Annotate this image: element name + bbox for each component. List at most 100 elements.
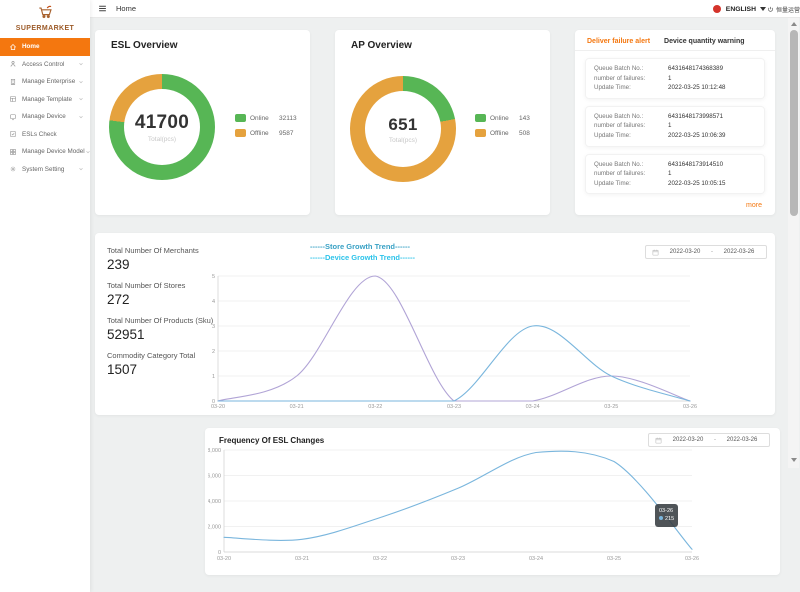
ap-donut-chart[interactable]: 651 Total(pcs) (350, 76, 456, 182)
svg-text:03-21: 03-21 (295, 556, 309, 562)
esl-overview-title: ESL Overview (111, 40, 178, 51)
stat-label: Commodity Category Total (107, 351, 213, 360)
ap-donut-center: 651 Total(pcs) (365, 91, 441, 167)
stat-value: 52951 (107, 327, 213, 342)
time-label: Update Time: (594, 179, 668, 189)
svg-text:2,000: 2,000 (208, 525, 221, 531)
time-label: Update Time: (594, 131, 668, 141)
sidebar-item-manage-template[interactable]: Manage Template (0, 91, 90, 109)
svg-text:03-21: 03-21 (290, 404, 304, 410)
trend-legend: ------Store Growth Trend------ ------Dev… (310, 242, 415, 263)
stat-value: 1507 (107, 362, 213, 377)
sidebar-item-system-setting[interactable]: System Setting (0, 161, 90, 179)
stat-label: Total Number Of Merchants (107, 246, 213, 255)
stat-label: Total Number Of Products (Sku) (107, 316, 213, 325)
calendar-icon (652, 243, 659, 261)
sidebar-item-label: Manage Template (22, 96, 78, 103)
alert-list-item: Queue Batch No.:6431648174368389 number … (585, 58, 765, 99)
chevron-down-icon (78, 96, 84, 102)
svg-text:4,000: 4,000 (208, 499, 221, 505)
offline-swatch (235, 129, 246, 137)
sidebar-item-label: Home (22, 43, 84, 50)
legend-label: Online (490, 115, 516, 122)
language-selector[interactable]: ENGLISH (713, 0, 766, 18)
vertical-scrollbar (788, 18, 799, 468)
brand-logo: SUPERMARKET (0, 0, 90, 32)
legend-value: 9587 (279, 130, 293, 137)
sidebar-menu: Home Access Control Manage Enterprise Ma… (0, 38, 90, 178)
esl-legend-online[interactable]: Online 32113 (235, 114, 297, 122)
growth-trend-chart[interactable]: 01234503-2003-2103-2203-2303-2403-2503-2… (203, 262, 783, 412)
ap-overview-title: AP Overview (351, 40, 412, 51)
batch-label: Queue Batch No.: (594, 112, 668, 122)
alert-tabs: Deliver failure alert Device quantity wa… (575, 30, 775, 51)
chevron-down-icon (78, 114, 84, 120)
brand-name: SUPERMARKET (0, 25, 90, 32)
alert-list-item: Queue Batch No.:6431648173914510 number … (585, 154, 765, 195)
more-link[interactable]: more (746, 202, 762, 209)
flag-icon (713, 5, 721, 13)
sidebar-item-esls-check[interactable]: ESLs Check (0, 126, 90, 144)
device-icon (9, 108, 17, 126)
alert-list-item: Queue Batch No.:6431648173998571 number … (585, 106, 765, 147)
scroll-up-arrow-icon[interactable] (791, 22, 797, 26)
chevron-down-icon (85, 149, 91, 155)
time-value: 2022-03-25 10:06:39 (668, 131, 725, 141)
online-swatch (235, 114, 246, 122)
tab-device-quantity-warning[interactable]: Device quantity warning (664, 38, 745, 45)
sidebar-item-label: Manage Device Model (22, 148, 85, 155)
hamburger-menu-icon[interactable] (98, 4, 107, 13)
svg-text:03-24: 03-24 (529, 556, 543, 562)
user-menu[interactable]: 恒量运营 (767, 0, 800, 18)
store-growth-legend[interactable]: ------Store Growth Trend------ (310, 242, 415, 253)
time-value: 2022-03-25 10:12:48 (668, 83, 725, 93)
sidebar-item-home[interactable]: Home (0, 38, 90, 56)
svg-text:03-20: 03-20 (217, 556, 231, 562)
sidebar-item-label: System Setting (22, 166, 78, 173)
chevron-down-icon (78, 61, 84, 67)
caret-down-icon (760, 7, 766, 11)
scroll-down-arrow-icon[interactable] (791, 458, 797, 462)
svg-text:03-26: 03-26 (683, 404, 697, 410)
failures-label: number of failures: (594, 121, 668, 131)
svg-text:2: 2 (212, 349, 215, 355)
user-label: 恒量运营 (776, 5, 800, 14)
power-icon (767, 0, 774, 18)
esl-total-value: 41700 (135, 112, 189, 134)
svg-text:5: 5 (212, 274, 215, 280)
svg-text:03-25: 03-25 (607, 556, 621, 562)
home-icon (9, 38, 17, 56)
batch-value: 6431648174368389 (668, 64, 723, 74)
date-from: 2022-03-20 (664, 249, 706, 255)
frequency-chart[interactable]: 02,0004,0006,0008,00003-2003-2103-2203-2… (208, 443, 785, 565)
batch-value: 6431648173914510 (668, 160, 723, 170)
tooltip-value: 215 (659, 515, 674, 524)
legend-label: Online (250, 115, 276, 122)
date-separator: - (711, 249, 713, 255)
scrollbar-thumb[interactable] (790, 30, 798, 216)
frequency-card: Frequency Of ESL Changes 2022-03-20 - 20… (205, 428, 780, 575)
ap-legend-online[interactable]: Online 143 (475, 114, 530, 122)
esl-overview-card: ESL Overview 41700 Total(pcs) Online 321… (95, 30, 310, 215)
stat-stores: Total Number Of Stores 272 (107, 281, 213, 307)
sidebar: SUPERMARKET Home Access Control Manage E… (0, 0, 90, 592)
ap-total-value: 651 (388, 115, 417, 135)
failures-value: 1 (668, 169, 671, 179)
growth-date-range-picker[interactable]: 2022-03-20 - 2022-03-26 (645, 245, 767, 259)
esl-legend-offline[interactable]: Offline 9587 (235, 129, 297, 137)
sidebar-item-manage-device-model[interactable]: Manage Device Model (0, 143, 90, 161)
time-value: 2022-03-25 10:05:15 (668, 179, 725, 189)
sidebar-item-access-control[interactable]: Access Control (0, 56, 90, 74)
ap-total-unit: Total(pcs) (389, 137, 417, 144)
esl-donut-chart[interactable]: 41700 Total(pcs) (109, 74, 215, 180)
sidebar-item-manage-enterprise[interactable]: Manage Enterprise (0, 73, 90, 91)
svg-text:03-20: 03-20 (211, 404, 225, 410)
svg-text:6,000: 6,000 (208, 474, 221, 480)
tab-deliver-failure-alert[interactable]: Deliver failure alert (587, 38, 650, 45)
svg-text:03-26: 03-26 (685, 556, 699, 562)
offline-swatch (475, 129, 486, 137)
ap-legend-offline[interactable]: Offline 508 (475, 129, 530, 137)
svg-text:03-23: 03-23 (451, 556, 465, 562)
sidebar-item-manage-device[interactable]: Manage Device (0, 108, 90, 126)
batch-label: Queue Batch No.: (594, 160, 668, 170)
